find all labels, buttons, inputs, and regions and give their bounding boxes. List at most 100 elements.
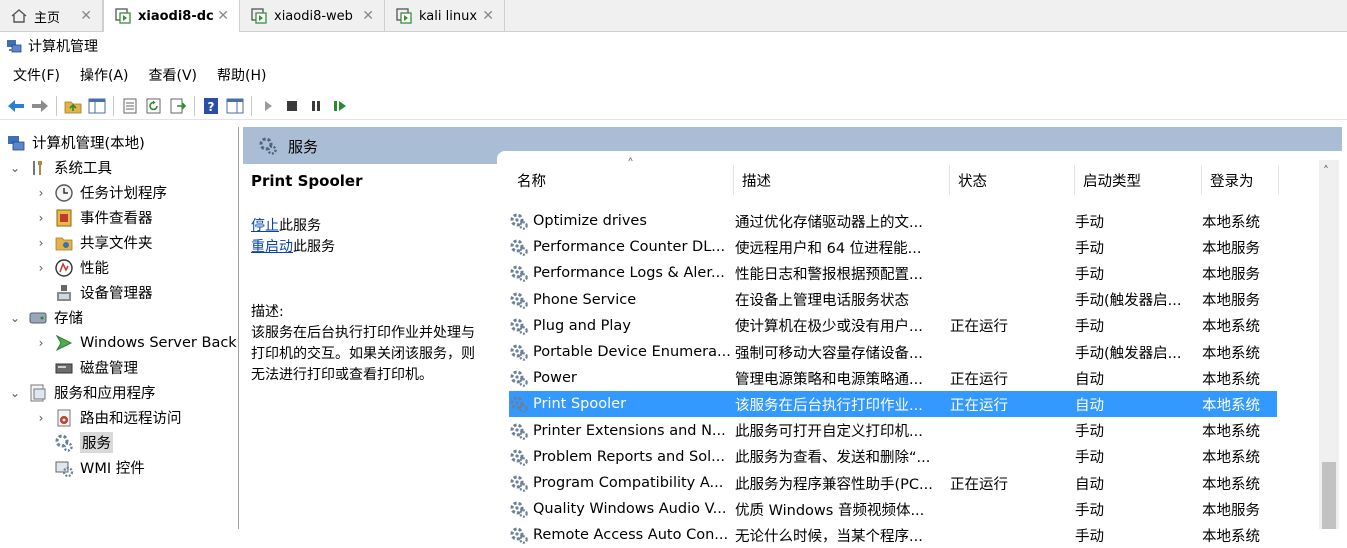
export-list-button[interactable] (166, 94, 190, 118)
up-one-level-button[interactable] (61, 94, 85, 118)
service-row[interactable]: Portable Device Enumera... 强制可移动大容量存储设备..… (509, 339, 1277, 365)
window-titlebar: 计算机管理 (0, 32, 1347, 60)
cell-logon-as: 本地服务 (1202, 260, 1277, 286)
column-header-name[interactable]: 名称 ˄ (509, 157, 734, 195)
vm-tab-xiaodi8-web[interactable]: xiaodi8-web ✕ (240, 0, 385, 32)
tree-item-services-and-applications[interactable]: ⌄ 服务和应用程序 (8, 380, 156, 405)
tree-root[interactable]: 计算机管理(本地) (6, 130, 145, 155)
column-header-status[interactable]: 状态 (950, 165, 1075, 195)
tree-item-system-tools[interactable]: ⌄ 系统工具 (8, 155, 112, 180)
service-row[interactable]: Performance Logs & Aler... 性能日志和警报根据预配置..… (509, 260, 1277, 286)
cell-name: Plug and Play (509, 313, 734, 339)
service-row[interactable]: Remote Access Auto Con... 无论什么时候，当某个程序...… (509, 522, 1277, 548)
tree-item-performance[interactable]: › 性能 (34, 255, 109, 280)
chevron-down-icon[interactable]: ⌄ (8, 386, 22, 400)
tree-item-routing-remote-access[interactable]: › 路由和远程访问 (34, 405, 182, 430)
close-icon[interactable]: ✕ (362, 8, 374, 24)
restart-service-icon (334, 100, 346, 111)
menu-view[interactable]: 查看(V) (142, 65, 205, 85)
home-icon (11, 9, 27, 23)
scroll-up-icon[interactable]: ˄ (1323, 164, 1329, 178)
tree-item-wmi-control[interactable]: WMI 控件 (54, 455, 145, 480)
menu-file[interactable]: 文件(F) (6, 65, 67, 85)
column-header-startup-type[interactable]: 启动类型 (1075, 165, 1202, 195)
restart-service-button[interactable] (328, 94, 352, 118)
vm-tab-home[interactable]: 主页 ✕ (0, 0, 103, 32)
navigation-tree: 计算机管理(本地) ⌄ 系统工具 › 任务计划程序 › 事件查看器 › 共享文件… (0, 127, 239, 529)
service-row[interactable]: Performance Counter DL... 使远程用户和 64 位进程能.… (509, 234, 1277, 260)
service-row[interactable]: Printer Extensions and N... 此服务可打开自定义打印机.… (509, 418, 1277, 444)
tree-item-windows-backup[interactable]: › Windows Server Back (34, 330, 237, 355)
service-row[interactable]: Problem Reports and Sol... 此服务为查看、发送和删除“.… (509, 444, 1277, 470)
service-row[interactable]: Program Compatibility A... 此服务为程序兼容性助手(PC… (509, 470, 1277, 496)
close-icon[interactable]: ✕ (80, 8, 92, 24)
tree-item-device-manager[interactable]: 设备管理器 (54, 280, 153, 305)
tree-item-event-viewer[interactable]: › 事件查看器 (34, 205, 153, 230)
cell-status-text: 正在运行 (950, 476, 1008, 493)
cell-logon-as: 本地服务 (1202, 287, 1277, 313)
chevron-right-icon[interactable]: › (34, 411, 48, 425)
menu-action[interactable]: 操作(A) (73, 65, 136, 85)
stop-service-link[interactable]: 停止 (251, 218, 279, 234)
vm-icon (396, 8, 412, 24)
device-manager-icon (57, 284, 71, 301)
cell-name: Printer Extensions and N... (509, 418, 734, 444)
help-button[interactable]: ? (199, 94, 223, 118)
cell-name-text: Quality Windows Audio V... (533, 501, 727, 518)
cell-status: 正在运行 (950, 391, 1072, 417)
service-row[interactable]: Quality Windows Audio V... 优质 Windows 音频视… (509, 496, 1277, 522)
tree-item-label: 系统工具 (54, 161, 112, 177)
action-pane-button[interactable] (223, 94, 247, 118)
chevron-right-icon[interactable]: › (34, 211, 48, 225)
cell-name: Program Compatibility A... (509, 470, 734, 496)
back-button[interactable] (4, 94, 28, 118)
column-label: 状态 (958, 173, 987, 190)
tree-item-storage[interactable]: ⌄ 存储 (8, 305, 83, 330)
chevron-right-icon[interactable]: › (34, 336, 48, 350)
chevron-right-icon[interactable]: › (34, 186, 48, 200)
service-row[interactable]: Phone Service 在设备上管理电话服务状态 手动(触发器启... 本地服务 (509, 287, 1277, 313)
service-gear-icon (509, 525, 529, 545)
cell-name: Phone Service (509, 287, 734, 313)
menu-help[interactable]: 帮助(H) (210, 65, 273, 85)
service-row[interactable]: Optimize drives 通过优化存储驱动器上的文... 手动 本地系统 (509, 208, 1277, 234)
close-icon[interactable]: ✕ (217, 8, 229, 24)
chevron-right-icon[interactable]: › (34, 261, 48, 275)
refresh-button[interactable] (142, 94, 166, 118)
start-service-button[interactable] (256, 94, 280, 118)
show-hide-tree-button[interactable] (85, 94, 109, 118)
service-row[interactable]: Plug and Play 使计算机在极少或没有用户... 正在运行 手动 本地系统 (509, 313, 1277, 339)
service-row[interactable]: Power 管理电源策略和电源策略通... 正在运行 自动 本地系统 (509, 365, 1277, 391)
tree-item-shared-folders[interactable]: › 共享文件夹 (34, 230, 153, 255)
tree-item-services[interactable]: 服务 (54, 430, 113, 455)
services-apps-icon (30, 384, 46, 401)
stop-service-button[interactable] (280, 94, 304, 118)
chevron-down-icon[interactable]: ⌄ (8, 311, 22, 325)
properties-button[interactable] (118, 94, 142, 118)
forward-button[interactable] (28, 94, 52, 118)
vm-tab-label: kali linux (419, 8, 478, 24)
tree-item-disk-management[interactable]: 磁盘管理 (54, 355, 138, 380)
pause-service-button[interactable] (304, 94, 328, 118)
cell-startup-type: 自动 (1075, 391, 1199, 417)
selected-service-name: Print Spooler (251, 172, 363, 190)
computer-management-icon (8, 135, 25, 150)
vm-tab-xiaodi8-dc[interactable]: xiaodi8-dc ✕ (103, 0, 240, 32)
cell-description-text: 此服务可打开自定义打印机... (735, 424, 923, 441)
vm-tab-kali-linux[interactable]: kali linux ✕ (385, 0, 505, 32)
scrollbar-thumb[interactable] (1322, 462, 1336, 529)
restart-service-link[interactable]: 重启动 (251, 239, 293, 255)
chevron-right-icon[interactable]: › (34, 236, 48, 250)
column-header-description[interactable]: 描述 (734, 165, 950, 195)
cell-description: 通过优化存储驱动器上的文... (735, 208, 947, 234)
column-header-logon-as[interactable]: 登录为 (1202, 165, 1279, 195)
cell-logon-as-text: 本地服务 (1202, 240, 1260, 257)
vertical-scrollbar[interactable]: ˄ (1319, 160, 1339, 529)
service-row[interactable]: Print Spooler 该服务在后台执行打印作业... 正在运行 自动 本地系统 (509, 391, 1277, 418)
chevron-down-icon[interactable]: ⌄ (8, 161, 22, 175)
close-icon[interactable]: ✕ (482, 8, 494, 24)
tree-item-task-scheduler[interactable]: › 任务计划程序 (34, 180, 167, 205)
cell-startup-type-text: 手动 (1075, 266, 1104, 283)
cell-description: 无论什么时候，当某个程序... (735, 522, 947, 548)
description-label: 描述: (251, 304, 284, 320)
